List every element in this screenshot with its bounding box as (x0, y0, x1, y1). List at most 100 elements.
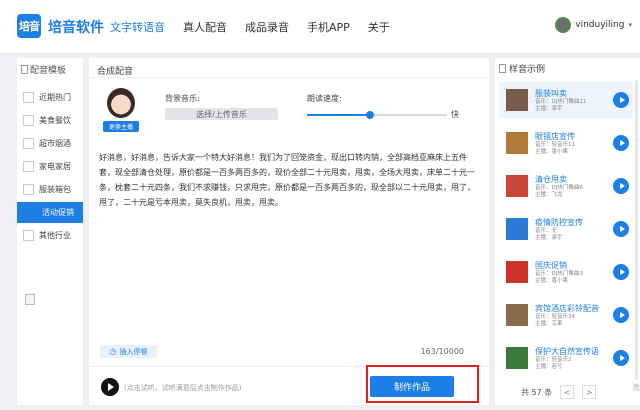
samples-header: 样音示例 (495, 58, 640, 78)
preview-hint: (点击试听，试听满意后点击制作作品) (124, 384, 242, 392)
speed-slider-fill (307, 114, 370, 116)
script-textarea[interactable]: 好消息，好消息，告诉大家一个特大好消息！我们为了回笼资金，现出口转内销，全部高档… (99, 150, 479, 210)
sample-thumbnail (506, 175, 528, 197)
broken-image-icon (499, 63, 506, 73)
sample-item[interactable]: 清仓甩卖 音乐：DJ热门舞曲6 主播：飞龙 (499, 168, 633, 204)
sample-music: 音乐：DJ热门舞曲3 (535, 270, 583, 277)
clock-icon: ◷ (109, 347, 117, 356)
sidebar-item-label: 服装箱包 (39, 185, 71, 194)
sidebar-item-food[interactable]: 美食餐饮 (17, 110, 83, 131)
sidebar-item-label: 其他行业 (39, 231, 71, 240)
broken-image-icon (23, 92, 34, 103)
sample-play-button[interactable] (613, 221, 629, 237)
sample-music: 音乐：轻音乐2 (535, 356, 572, 363)
sample-play-button[interactable] (613, 92, 629, 108)
pagination: 共 57 条 < > (521, 385, 597, 399)
app-logo[interactable]: 培音 (17, 14, 41, 38)
sidebar-item-label: 近期热门 (39, 93, 71, 102)
sample-host: 主播：香小果 (535, 148, 569, 155)
sidebar-item-label: 家电家居 (39, 162, 71, 171)
sidebar-item-promotion[interactable]: 活动促销 (17, 202, 83, 223)
sample-item[interactable]: 疫情防控宣传 音乐：无 主播：承宇 (499, 211, 633, 247)
bg-music-label: 背景音乐: (165, 94, 200, 103)
sample-info: 保护大自然宣传语 音乐：轻音乐2 主播：若兮 (535, 346, 613, 371)
sample-title[interactable]: 眼镜店宣传 (535, 131, 613, 142)
insert-pause-label: 插入停顿 (119, 347, 148, 356)
app-name[interactable]: 培音软件 (48, 17, 104, 37)
sample-music: 音乐：DJ热门舞曲11 (535, 98, 587, 105)
sample-host: 主播：承宇 (535, 105, 563, 112)
sidebar-item-appliances[interactable]: 家电家居 (17, 156, 83, 177)
sample-host: 主播：承宇 (535, 234, 563, 241)
sample-host: 主播：艾果 (535, 320, 563, 327)
sample-music: 音乐：轻音乐34 (535, 313, 575, 320)
broken-image-icon (25, 294, 35, 305)
next-page-button[interactable]: > (582, 385, 597, 399)
sample-thumbnail (506, 132, 528, 154)
sample-title[interactable]: 宾馆酒店彩铃配音 (535, 303, 613, 314)
sidebar-item-recent[interactable]: 近期热门 (17, 87, 83, 108)
sample-thumbnail (506, 89, 528, 111)
sample-info: 清仓甩卖 音乐：DJ热门舞曲6 主播：飞龙 (535, 174, 613, 199)
sample-item[interactable]: 宾馆酒店彩铃配音 音乐：轻音乐34 主播：艾果 (499, 297, 633, 333)
broken-image-icon (21, 65, 28, 74)
speed-slider-handle[interactable] (366, 111, 374, 119)
sample-info: 宾馆酒店彩铃配音 音乐：轻音乐34 主播：艾果 (535, 303, 613, 328)
char-count: 163/10000 (420, 347, 464, 356)
sample-item[interactable]: 服装叫卖 音乐：DJ热门舞曲11 主播：承宇 (499, 82, 633, 118)
broken-image-icon (23, 115, 34, 126)
main-nav: 文字转语音 真人配音 成品录音 手机APP 关于 (110, 19, 390, 35)
sample-title[interactable]: 疫情防控宣传 (535, 217, 613, 228)
nav-mobile-app[interactable]: 手机APP (307, 19, 350, 35)
sidebar-item-supermarket[interactable]: 超市烟酒 (17, 133, 83, 154)
broken-image-icon (23, 230, 34, 241)
scrollbar[interactable] (635, 80, 638, 380)
nav-about[interactable]: 关于 (368, 19, 390, 35)
sidebar-title: 配音模板 (30, 66, 67, 76)
sample-title[interactable]: 服装叫卖 (535, 88, 613, 99)
sample-info: 眼镜店宣传 音乐：轻音乐11 主播：香小果 (535, 131, 613, 156)
sample-title[interactable]: 清仓甩卖 (535, 174, 613, 185)
sample-thumbnail (506, 347, 528, 369)
sample-info: 服装叫卖 音乐：DJ热门舞曲11 主播：承宇 (535, 88, 613, 113)
sample-music: 音乐：轻音乐11 (535, 141, 575, 148)
nav-text-to-speech[interactable]: 文字转语音 (110, 19, 165, 35)
prev-page-button[interactable]: < (560, 385, 575, 399)
insert-pause-button[interactable]: ◷ 插入停顿 (100, 345, 157, 358)
sidebar-item-label: 超市烟酒 (39, 139, 71, 148)
sample-play-button[interactable] (613, 135, 629, 151)
sidebar-item-other[interactable]: 其他行业 (17, 225, 83, 246)
speed-slider[interactable] (307, 111, 447, 119)
sample-title[interactable]: 国庆促销 (535, 260, 613, 271)
sample-play-button[interactable] (613, 307, 629, 323)
preview-play-button[interactable] (101, 378, 119, 396)
user-menu[interactable]: vinduyiling ▾ (555, 17, 632, 33)
highlight-box (366, 365, 479, 403)
speed-fast-label: 快 (451, 110, 459, 119)
logo-text: 培音 (19, 20, 40, 33)
bg-music-select[interactable]: 选择/上传音乐 (165, 108, 278, 120)
sidebar-header: 配音模板 (17, 58, 83, 81)
sidebar-item-label: 美食餐饮 (39, 116, 71, 125)
user-name: vinduyiling (575, 20, 625, 30)
sample-title[interactable]: 保护大自然宣传语 (535, 346, 613, 357)
sample-host: 主播：飞龙 (535, 191, 563, 198)
speed-label: 朗读速度: (307, 94, 342, 103)
change-voice-button[interactable]: 更换主播 (103, 121, 139, 132)
voice-avatar[interactable] (107, 88, 135, 118)
samples-panel: 样音示例 服装叫卖 音乐：DJ热门舞曲11 主播：承宇 眼镜店宣传 音乐：轻音乐11 主播… (495, 58, 640, 405)
nav-human-voice[interactable]: 真人配音 (183, 19, 227, 35)
nav-recordings[interactable]: 成品录音 (245, 19, 289, 35)
sample-play-button[interactable] (613, 178, 629, 194)
sample-item[interactable]: 保护大自然宣传语 音乐：轻音乐2 主播：若兮 (499, 340, 633, 376)
sample-play-button[interactable] (613, 350, 629, 366)
sample-music: 音乐：DJ热门舞曲6 (535, 184, 583, 191)
broken-image-icon (23, 138, 34, 149)
sample-item[interactable]: 国庆促销 音乐：DJ热门舞曲3 主播：香小果 (499, 254, 633, 290)
sample-music: 音乐：无 (535, 227, 558, 234)
sidebar-item-label: 活动促销 (42, 208, 74, 217)
sample-thumbnail (506, 218, 528, 240)
sample-play-button[interactable] (613, 264, 629, 280)
sample-item[interactable]: 眼镜店宣传 音乐：轻音乐11 主播：香小果 (499, 125, 633, 161)
sidebar-item-clothing[interactable]: 服装箱包 (17, 179, 83, 200)
